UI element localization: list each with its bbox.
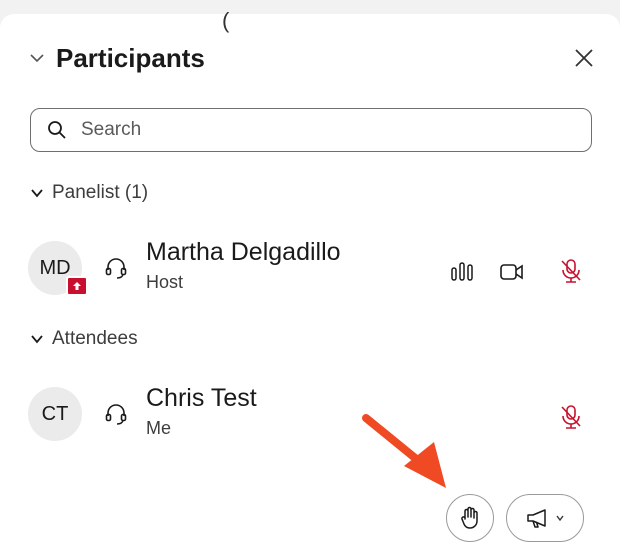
chevron-down-icon bbox=[31, 335, 43, 344]
close-icon bbox=[575, 49, 593, 67]
audio-level-icon bbox=[448, 258, 476, 286]
top-mark: ( bbox=[222, 8, 230, 33]
headset-icon bbox=[105, 404, 127, 425]
participant-row[interactable]: CT Chris Test Me bbox=[28, 380, 598, 444]
muted-microphone-icon[interactable] bbox=[556, 402, 586, 432]
panel-header: Participants bbox=[28, 38, 205, 78]
search-box[interactable] bbox=[30, 108, 592, 152]
panelist-section-label: Panelist (1) bbox=[52, 182, 149, 203]
attendees-section-header[interactable]: Attendees bbox=[30, 328, 138, 350]
red-arrow-icon bbox=[362, 414, 446, 488]
chevron-down-icon bbox=[556, 515, 564, 522]
participant-name: Martha Delgadillo bbox=[146, 238, 341, 266]
megaphone-icon bbox=[527, 509, 546, 528]
search-icon bbox=[48, 121, 66, 139]
participant-role: Me bbox=[146, 418, 172, 438]
close-button[interactable] bbox=[570, 44, 598, 72]
video-camera-icon[interactable] bbox=[498, 258, 526, 286]
participant-role: Host bbox=[146, 272, 184, 292]
share-badge-icon bbox=[66, 276, 88, 296]
chevron-down-icon bbox=[31, 189, 43, 198]
search-input[interactable] bbox=[79, 118, 563, 142]
muted-microphone-icon[interactable] bbox=[556, 256, 586, 286]
panelist-section-header[interactable]: Panelist (1) bbox=[30, 182, 148, 204]
raise-hand-button[interactable] bbox=[446, 494, 494, 542]
participant-row[interactable]: MD Martha Delgadillo Host bbox=[28, 234, 598, 298]
raise-hand-icon bbox=[461, 506, 478, 529]
headset-icon bbox=[105, 258, 127, 279]
avatar-initials: CT bbox=[41, 402, 69, 425]
panel-title: Participants bbox=[56, 42, 205, 73]
participant-name: Chris Test bbox=[146, 384, 257, 412]
participants-panel: ( Participants Panelist (1) MD Martha De… bbox=[0, 8, 620, 550]
attendees-section-label: Attendees bbox=[52, 328, 138, 349]
announce-button[interactable] bbox=[506, 494, 584, 542]
collapse-chevron-icon[interactable] bbox=[28, 49, 46, 67]
avatar: CT bbox=[28, 387, 82, 441]
